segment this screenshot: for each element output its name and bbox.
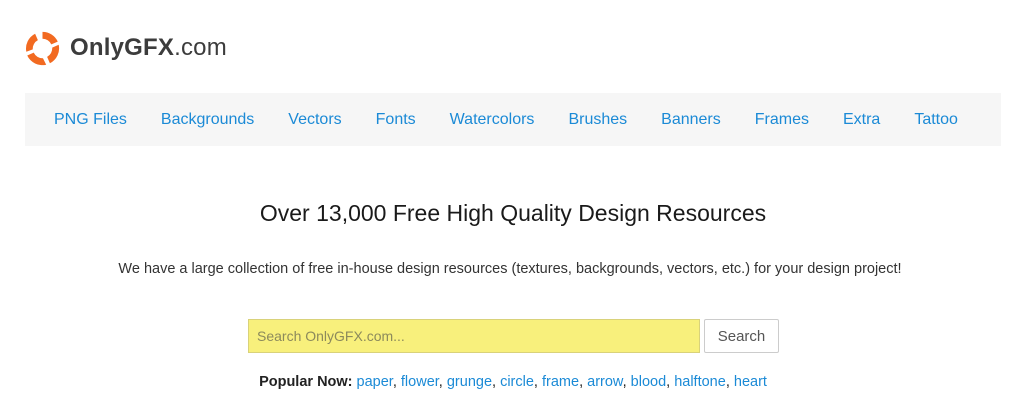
nav-item-fonts[interactable]: Fonts — [376, 111, 416, 129]
popular-tag-paper[interactable]: paper — [357, 374, 393, 390]
logo-link[interactable]: OnlyGFX.com — [24, 30, 227, 67]
onlygfx-ring-logo-icon — [26, 31, 60, 65]
popular-tag-flower[interactable]: flower — [401, 374, 439, 390]
popular-tag-blood[interactable]: blood — [631, 374, 666, 390]
nav-item-frames[interactable]: Frames — [755, 111, 809, 129]
logo-domain-text: .com — [174, 34, 227, 61]
popular-tag-circle[interactable]: circle — [500, 374, 534, 390]
popular-tag-heart[interactable]: heart — [734, 374, 767, 390]
nav-item-extra[interactable]: Extra — [843, 111, 880, 129]
search-form: Search — [248, 319, 779, 353]
nav-item-backgrounds[interactable]: Backgrounds — [161, 111, 254, 129]
popular-tags: Popular Now: paper, flower, grunge, circ… — [259, 374, 767, 390]
logo-wordmark: OnlyGFX.com — [70, 36, 227, 60]
page-tagline: We have a large collection of free in-ho… — [118, 261, 902, 277]
search-input[interactable] — [248, 319, 700, 353]
page-headline: Over 13,000 Free High Quality Design Res… — [259, 200, 767, 226]
logo-bold-text: OnlyGFX — [70, 34, 175, 61]
category-nav: PNG Files Backgrounds Vectors Fonts Wate… — [25, 93, 1001, 146]
nav-item-watercolors[interactable]: Watercolors — [450, 111, 535, 129]
site-header: OnlyGFX.com — [24, 28, 227, 68]
nav-item-vectors[interactable]: Vectors — [288, 111, 341, 129]
popular-tag-grunge[interactable]: grunge — [447, 374, 492, 390]
popular-tag-frame[interactable]: frame — [542, 374, 579, 390]
nav-item-brushes[interactable]: Brushes — [568, 111, 627, 129]
nav-item-png-files[interactable]: PNG Files — [54, 111, 127, 129]
popular-tag-arrow[interactable]: arrow — [587, 374, 622, 390]
nav-item-tattoo[interactable]: Tattoo — [914, 111, 958, 129]
popular-tag-halftone[interactable]: halftone — [674, 374, 726, 390]
popular-label: Popular Now: — [259, 374, 353, 390]
search-button[interactable]: Search — [704, 319, 779, 353]
nav-item-banners[interactable]: Banners — [661, 111, 721, 129]
